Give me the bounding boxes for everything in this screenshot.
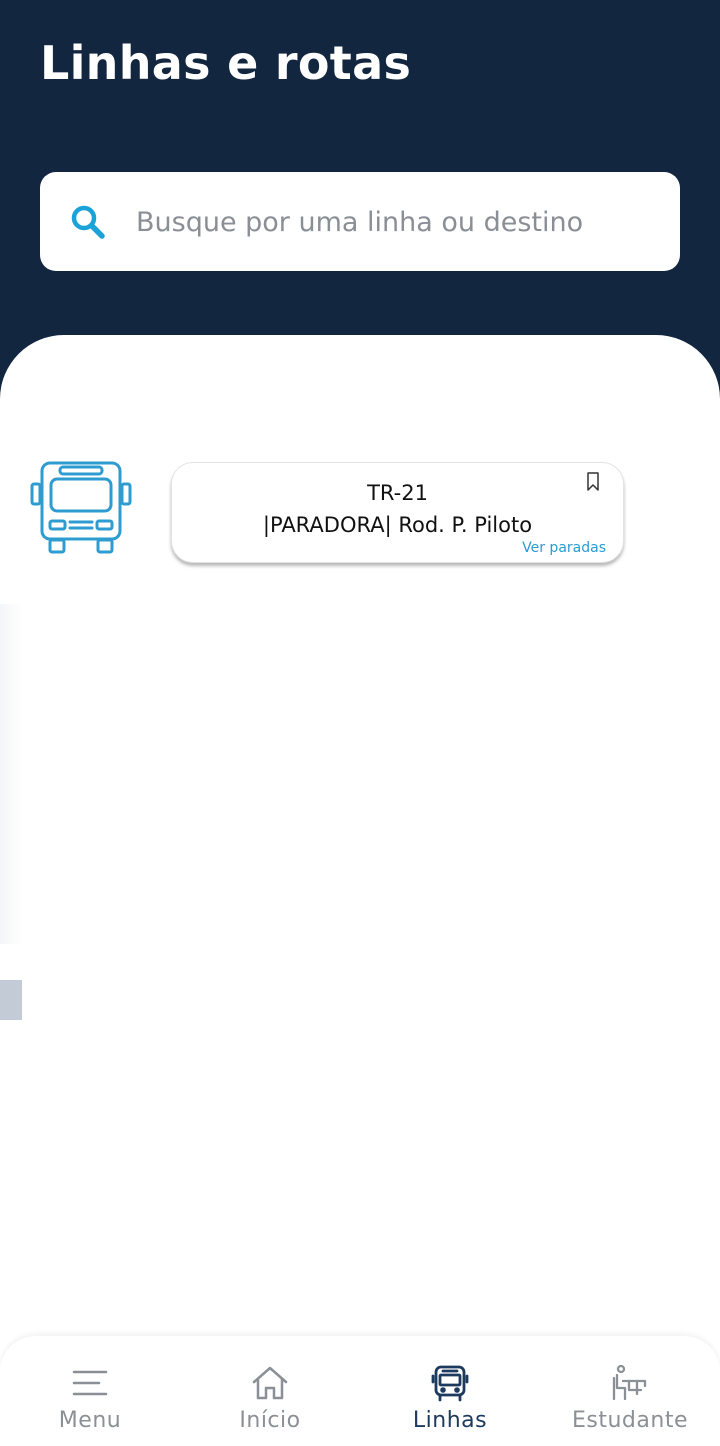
bottom-nav: Menu Início Linhas Estudante	[0, 1336, 720, 1446]
home-icon	[252, 1366, 288, 1400]
page-title: Linhas e rotas	[40, 36, 412, 90]
search-input[interactable]	[136, 190, 656, 254]
side-drawer-edge	[0, 604, 22, 944]
route-name: |PARADORA| Rod. P. Piloto	[262, 513, 533, 537]
nav-label-menu: Menu	[58, 1408, 122, 1433]
nav-item-inicio[interactable]: Início	[180, 1336, 360, 1446]
route-code: TR-21	[367, 481, 428, 505]
nav-item-menu[interactable]: Menu	[0, 1336, 180, 1446]
nav-item-estudante[interactable]: Estudante	[540, 1336, 720, 1446]
nav-label-estudante: Estudante	[572, 1408, 688, 1433]
student-icon	[612, 1364, 647, 1401]
side-drawer-handle[interactable]	[0, 980, 22, 1020]
bus-icon	[30, 461, 132, 554]
nav-item-linhas[interactable]: Linhas	[360, 1336, 540, 1446]
bookmark-icon[interactable]	[586, 472, 600, 492]
menu-icon	[72, 1370, 108, 1396]
see-stops-link[interactable]: Ver paradas	[522, 540, 606, 556]
nav-label-linhas: Linhas	[412, 1408, 488, 1433]
nav-label-inicio: Início	[239, 1408, 301, 1433]
search-icon[interactable]	[70, 204, 106, 240]
bus-icon	[431, 1365, 469, 1402]
route-card[interactable]: TR-21 |PARADORA| Rod. P. Piloto Ver para…	[171, 462, 624, 563]
